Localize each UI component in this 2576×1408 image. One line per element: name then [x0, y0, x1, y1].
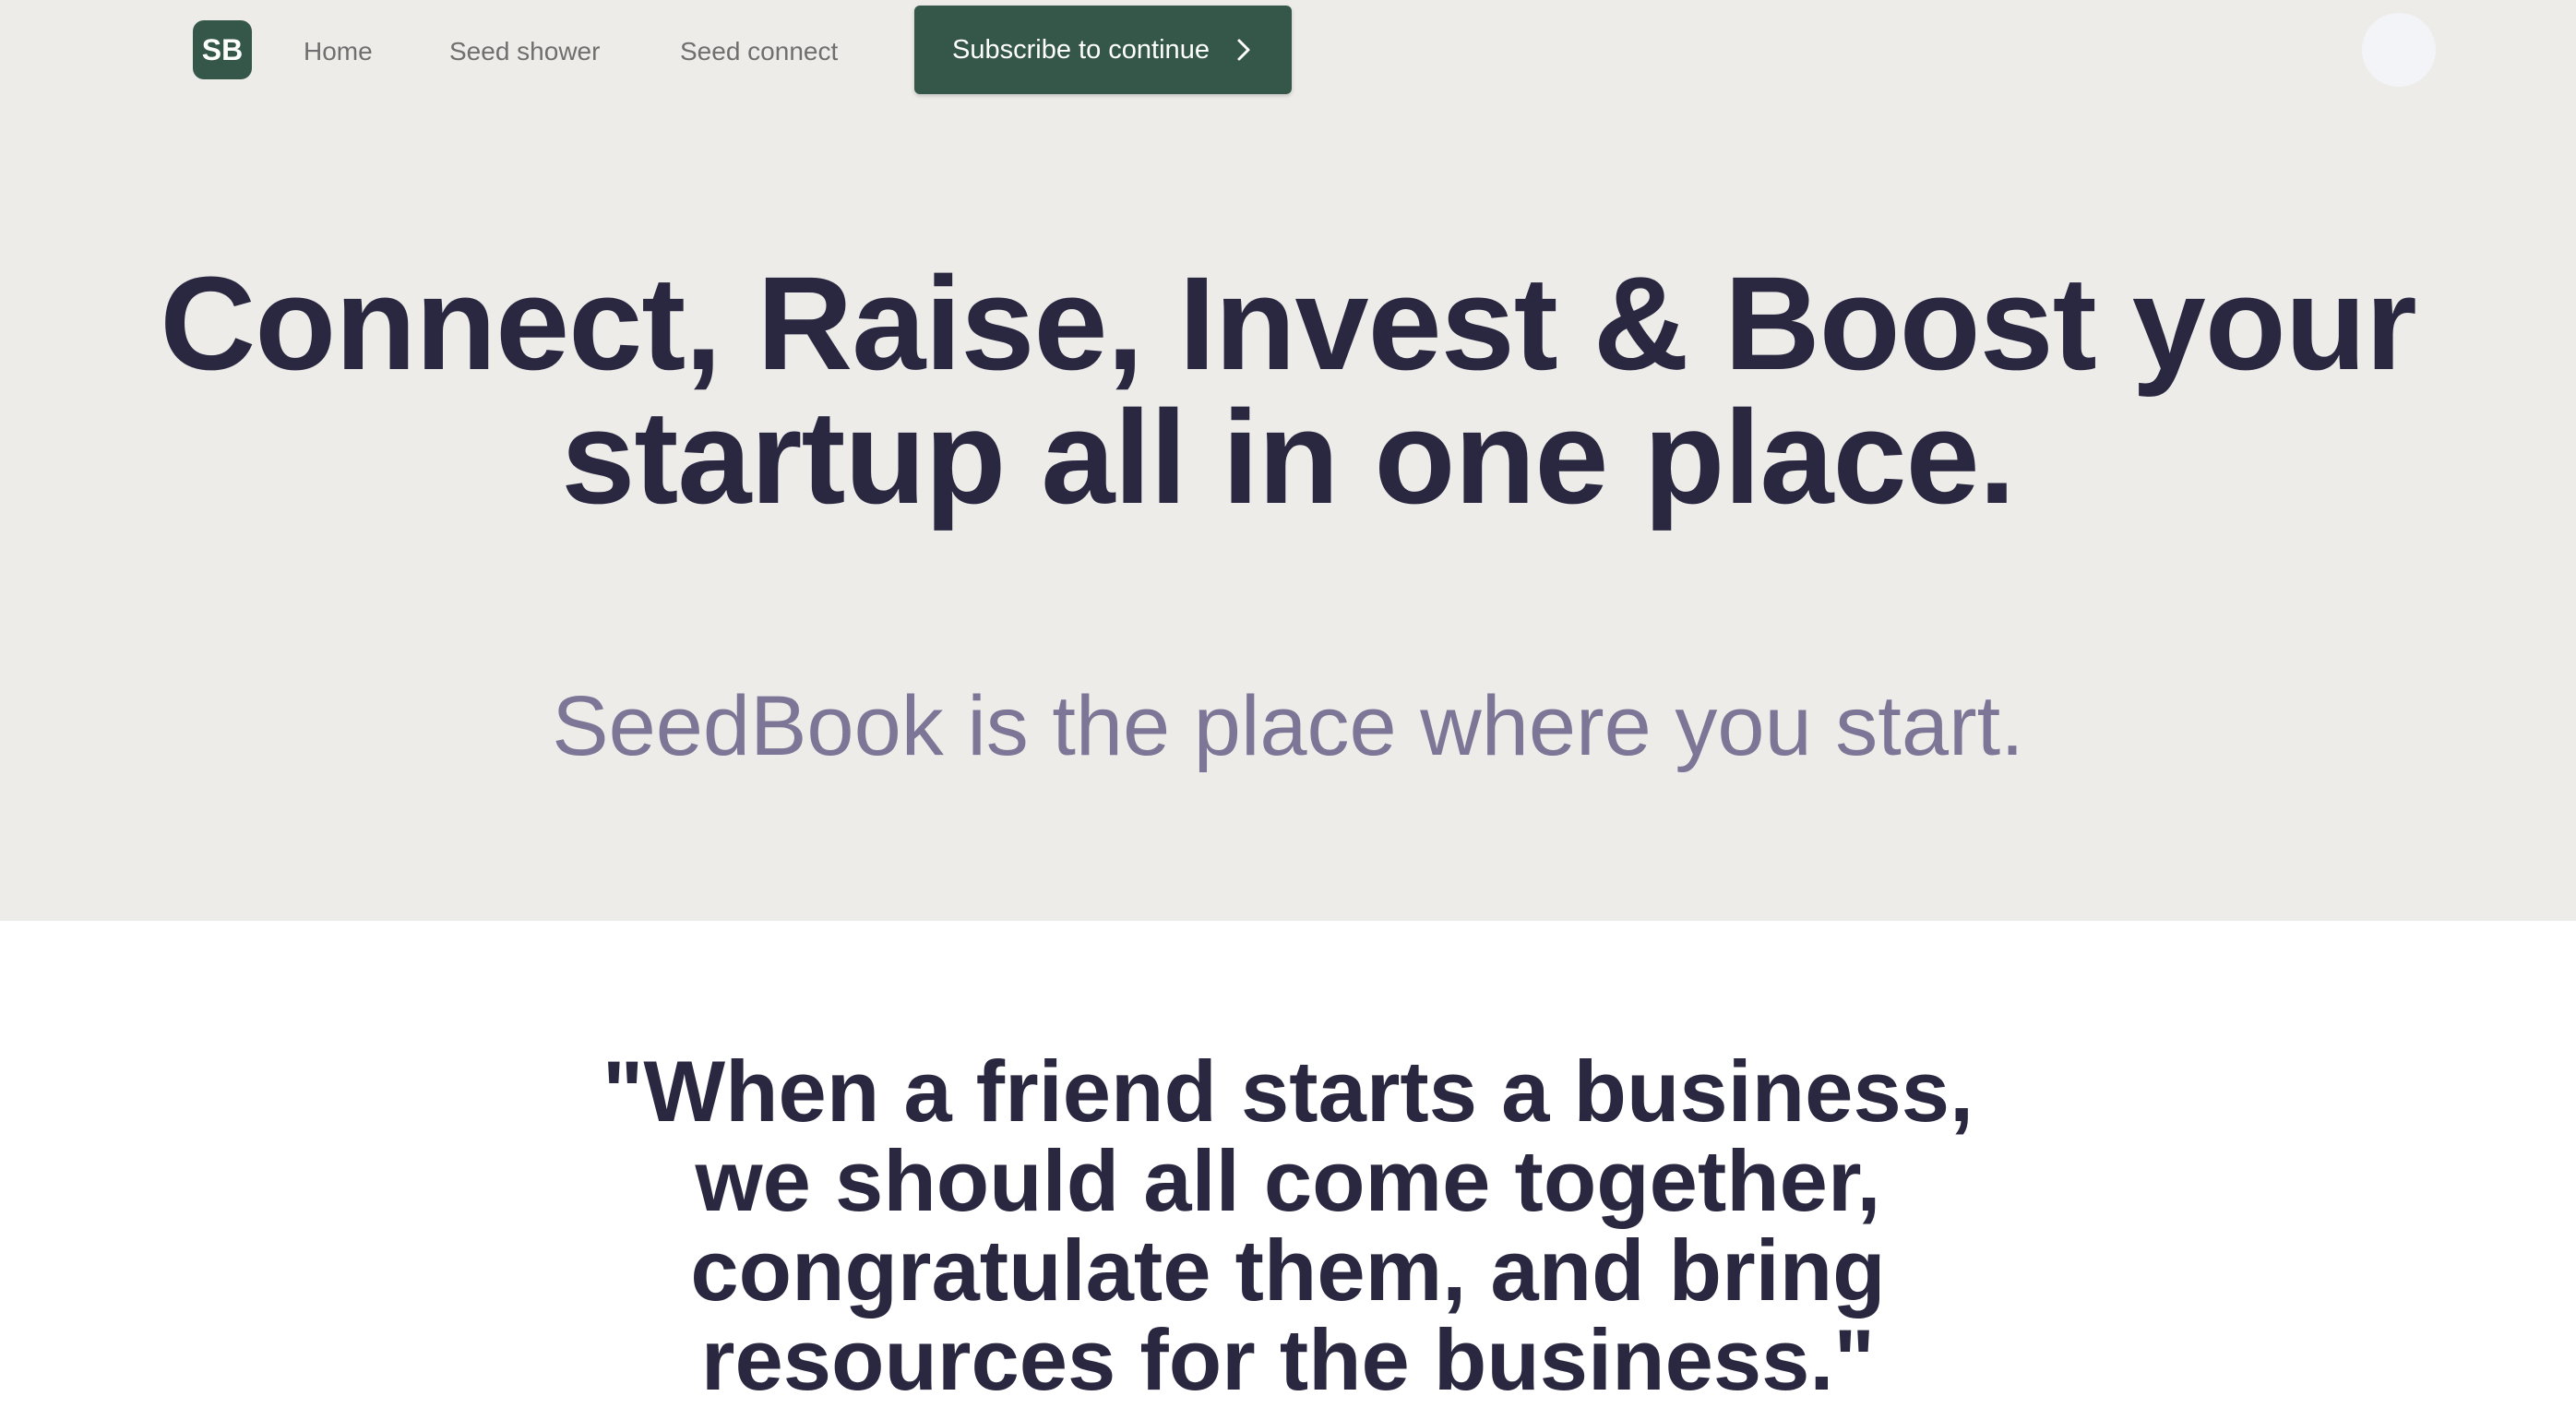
- subscribe-button-label: Subscribe to continue: [952, 34, 1210, 65]
- seedbook-logo[interactable]: SB: [193, 20, 252, 79]
- user-avatar[interactable]: [2362, 13, 2436, 87]
- nav-link-seed-connect[interactable]: Seed connect: [680, 33, 838, 70]
- top-navbar: SB Home Seed shower Seed connect Subscri…: [0, 0, 2576, 101]
- nav-link-home[interactable]: Home: [304, 33, 373, 70]
- subscribe-button[interactable]: Subscribe to continue: [914, 6, 1292, 94]
- testimonial-quote: "When a friend starts a business, we sho…: [0, 1046, 2576, 1404]
- quote-line-4: resources for the business.": [700, 1311, 1876, 1408]
- quote-line-3: congratulate them, and bring: [690, 1222, 1886, 1319]
- quote-line-1: "When a friend starts a business,: [602, 1043, 1974, 1140]
- chevron-right-icon: [1237, 39, 1250, 61]
- hero-title-line-1: Connect, Raise, Invest & Boost your: [160, 249, 2416, 398]
- hero-section: SB Home Seed shower Seed connect Subscri…: [0, 0, 2576, 921]
- hero-subtitle: SeedBook is the place where you start.: [552, 679, 2024, 773]
- hero-title-line-2: startup all in one place.: [561, 383, 2015, 531]
- hero-title: Connect, Raise, Invest & Boost your star…: [0, 257, 2576, 524]
- quote-line-2: we should all come together,: [695, 1132, 1881, 1229]
- nav-link-seed-shower[interactable]: Seed shower: [449, 33, 600, 70]
